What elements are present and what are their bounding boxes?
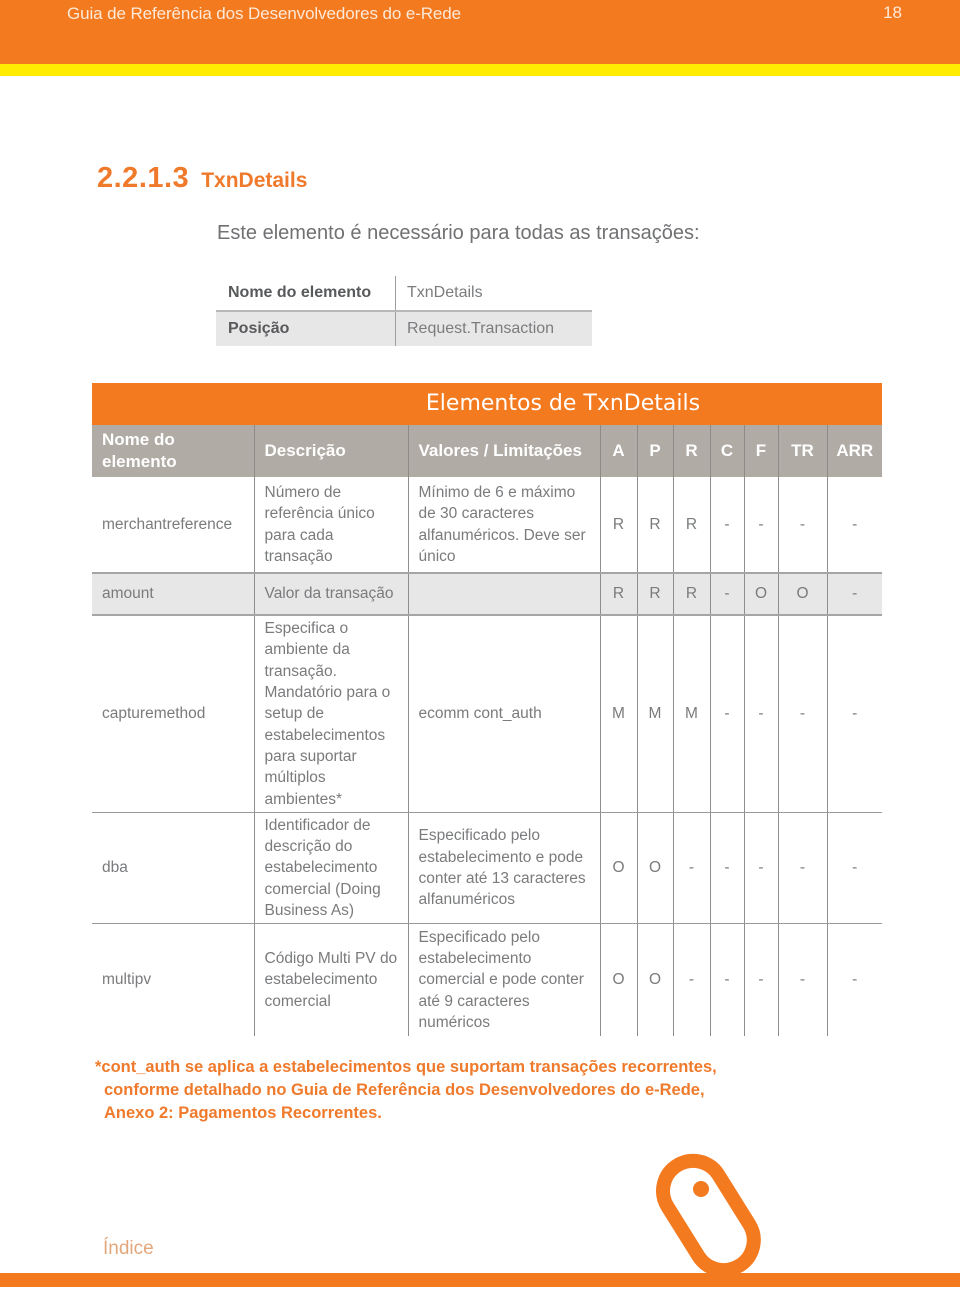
- cell-description: Valor da transação: [253, 573, 408, 616]
- header-description: Descrição: [253, 425, 408, 477]
- section-title: TxnDetails: [201, 169, 308, 192]
- header-flag-p: P: [636, 425, 673, 477]
- cell-flag: -: [672, 923, 710, 1036]
- cell-flag: O: [743, 573, 778, 616]
- cell-description: Identificador de descrição do estabeleci…: [253, 812, 408, 924]
- cell-flag: R: [672, 573, 710, 616]
- cell-flag: M: [636, 615, 673, 813]
- header-flag-arr: ARR: [826, 425, 882, 477]
- cell-flag: M: [599, 615, 637, 813]
- elements-table-container: Elementos de TxnDetails Nome do elemento…: [92, 383, 882, 1036]
- index-link[interactable]: Índice: [103, 1238, 154, 1260]
- section-heading: 2.2.1.3 TxnDetails: [97, 162, 307, 195]
- footnote-line: *cont_auth se aplica a estabelecimentos …: [95, 1058, 717, 1076]
- table-row: amount Valor da transação R R R - O O -: [92, 573, 882, 616]
- info-row-position: Posição Request.Transaction: [216, 311, 592, 346]
- cell-flag: -: [826, 615, 882, 813]
- section-intro: Este elemento é necessário para todas as…: [217, 222, 700, 244]
- cell-name: amount: [92, 573, 254, 616]
- header-flag-f: F: [743, 425, 778, 477]
- header-flag-c: C: [709, 425, 744, 477]
- cell-name: multipv: [102, 971, 152, 989]
- cell-flag: O: [636, 812, 673, 924]
- header-values: Valores / Limitações: [407, 425, 600, 477]
- element-info-table: Nome do elemento TxnDetails Posição Requ…: [216, 276, 592, 346]
- page-number: 18: [883, 3, 902, 22]
- cell-values: Especificado pelo estabelecimento comerc…: [407, 923, 600, 1036]
- cell-description: Número de referência único para cada tra…: [253, 477, 408, 574]
- cell-flag: -: [826, 477, 882, 574]
- cell-flag: -: [826, 923, 882, 1036]
- elements-table-title: Elementos de TxnDetails: [92, 383, 882, 425]
- cell-flag: R: [636, 573, 673, 616]
- header-accent-strip: [0, 64, 960, 76]
- footnote-line: Anexo 2: Pagamentos Recorrentes.: [104, 1104, 382, 1122]
- footnote-line: conforme detalhado no Guia de Referência…: [104, 1081, 705, 1099]
- cell-values: [407, 573, 600, 616]
- cell-flag: -: [777, 615, 827, 813]
- top-header-bar: Guia de Referência dos Desenvolvedores d…: [0, 0, 960, 64]
- section-number: 2.2.1.3: [97, 162, 190, 194]
- mouse-icon: [656, 1153, 761, 1278]
- footnote: *cont_auth se aplica a estabelecimentos …: [95, 1056, 717, 1125]
- cell-flag: -: [709, 477, 744, 574]
- info-row-name: Nome do elemento TxnDetails: [216, 276, 592, 312]
- cell-description: Código Multi PV do estabelecimento comer…: [253, 923, 408, 1036]
- header-flag-tr: TR: [777, 425, 827, 477]
- document-title: Guia de Referência dos Desenvolvedores d…: [67, 4, 461, 23]
- table-row: capturemethod Especifica o ambiente da t…: [92, 615, 882, 813]
- cell-flag: R: [636, 477, 673, 574]
- cell-flag: -: [709, 812, 744, 924]
- cell-flag: -: [777, 923, 827, 1036]
- cell-flag: -: [743, 477, 778, 574]
- cell-name: merchantreference: [92, 477, 254, 574]
- cell-flag: O: [636, 923, 673, 1036]
- cell-flag: O: [599, 923, 637, 1036]
- header-flag-a: A: [599, 425, 637, 477]
- cell-flag: -: [743, 615, 778, 813]
- table-row: dba Identificador de descrição do estabe…: [92, 812, 882, 924]
- cell-name: dba: [92, 812, 254, 924]
- cell-flag: O: [599, 812, 637, 924]
- info-label: Posição: [216, 311, 396, 346]
- table-header-row: Nome do elemento Descrição Valores / Lim…: [92, 425, 882, 477]
- cell-values: Especificado pelo estabelecimento e pode…: [407, 812, 600, 924]
- header-flag-r: R: [672, 425, 710, 477]
- cell-description: Especifica o ambiente da transação. Mand…: [253, 615, 408, 813]
- cell-flag: -: [826, 573, 882, 616]
- cell-flag: -: [743, 923, 778, 1036]
- info-label: Nome do elemento: [216, 276, 396, 312]
- cell-flag: -: [777, 477, 827, 574]
- cell-flag: R: [672, 477, 710, 574]
- info-value: Request.Transaction: [395, 311, 592, 346]
- cell-flag: O: [777, 573, 827, 616]
- table-row: multipv Código Multi PV do estabelecimen…: [92, 923, 882, 1036]
- cell-flag: R: [599, 477, 637, 574]
- cell-flag: -: [743, 812, 778, 924]
- cell-values: Mínimo de 6 e máximo de 30 caracteres al…: [407, 477, 600, 574]
- cell-name: capturemethod: [92, 615, 254, 813]
- bottom-bar: [0, 1273, 960, 1287]
- cell-flag: -: [777, 812, 827, 924]
- table-row: merchantreference Número de referência ú…: [92, 477, 882, 574]
- elements-table: Nome do elemento Descrição Valores / Lim…: [92, 425, 882, 1036]
- info-value: TxnDetails: [395, 276, 592, 312]
- cell-flag: R: [599, 573, 637, 616]
- header-name: Nome do elemento: [92, 425, 254, 477]
- cell-flag: -: [826, 812, 882, 924]
- cell-flag: -: [672, 812, 710, 924]
- cell-flag: -: [709, 615, 744, 813]
- cell-flag: -: [709, 923, 744, 1036]
- cell-flag: -: [709, 573, 744, 616]
- cell-values: ecomm cont_auth: [407, 615, 600, 813]
- cell-flag: M: [672, 615, 710, 813]
